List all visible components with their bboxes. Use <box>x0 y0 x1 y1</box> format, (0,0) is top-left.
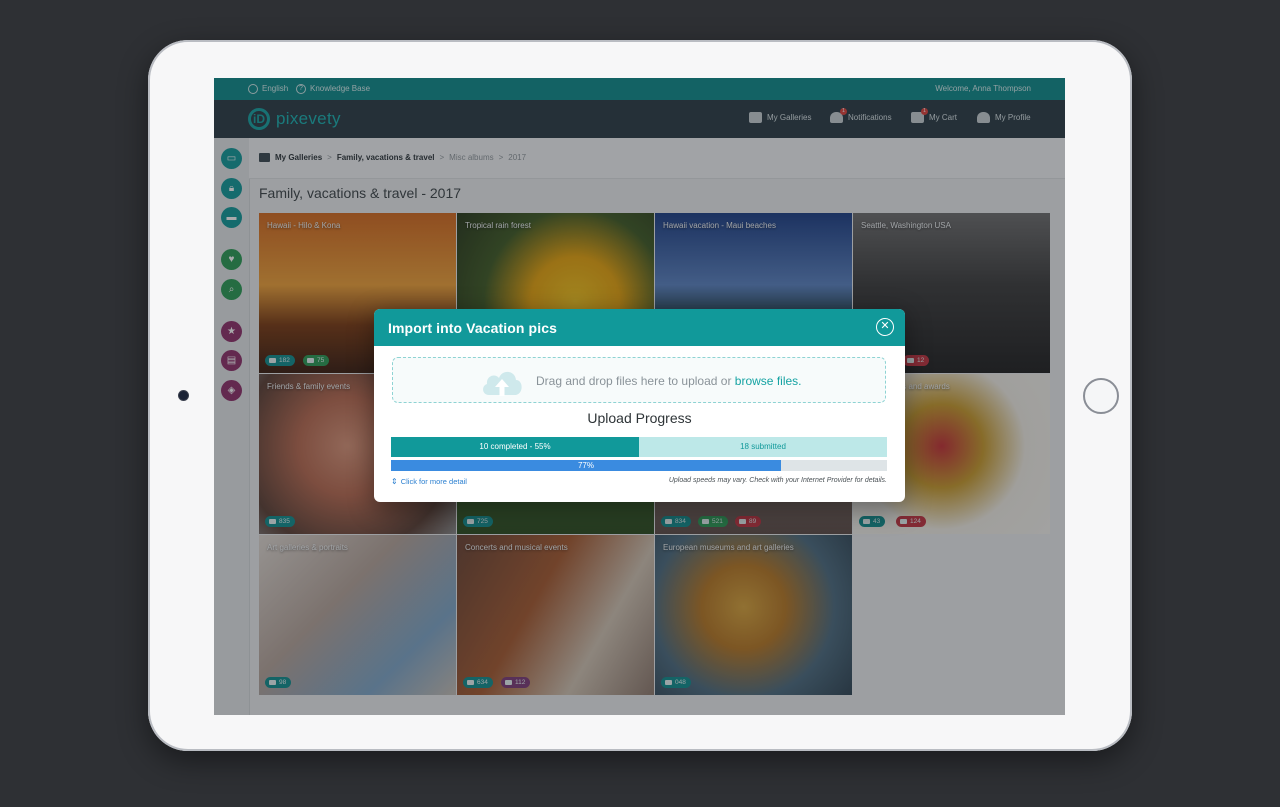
app-screen: English ? Knowledge Base Welcome, Anna T… <box>214 78 1065 715</box>
upload-speed-note: Upload speeds may vary. Check with your … <box>668 477 887 484</box>
more-detail-link[interactable]: ⇕ Click for more detail <box>391 477 467 486</box>
upload-progress-heading: Upload Progress <box>587 410 692 426</box>
modal-header: Import into Vacation pics ✕ <box>374 309 905 346</box>
files-progress-bar: 10 completed - 55% 18 submitted <box>391 437 887 457</box>
camera-dot <box>179 391 188 400</box>
import-modal: Import into Vacation pics ✕ Drag and dro… <box>374 309 905 502</box>
modal-title: Import into Vacation pics <box>388 320 557 336</box>
browse-files-link[interactable]: browse files. <box>735 374 802 388</box>
dropzone-text: Drag and drop files here to upload or br… <box>536 374 802 388</box>
completed-label: 10 completed - 55% <box>479 442 551 451</box>
cloud-upload-icon <box>483 371 522 396</box>
more-detail-label: Click for more detail <box>400 477 467 486</box>
dropzone-instruction: Drag and drop files here to upload or <box>536 374 735 388</box>
expand-arrows-icon: ⇕ <box>391 477 398 486</box>
close-icon[interactable]: ✕ <box>876 318 894 336</box>
file-dropzone[interactable]: Drag and drop files here to upload or br… <box>392 357 886 403</box>
overall-progress-label: 77% <box>577 461 594 470</box>
overall-progress-bar: 77% <box>391 460 887 471</box>
submitted-label: 18 submitted <box>740 442 786 451</box>
home-button[interactable] <box>1083 378 1119 414</box>
